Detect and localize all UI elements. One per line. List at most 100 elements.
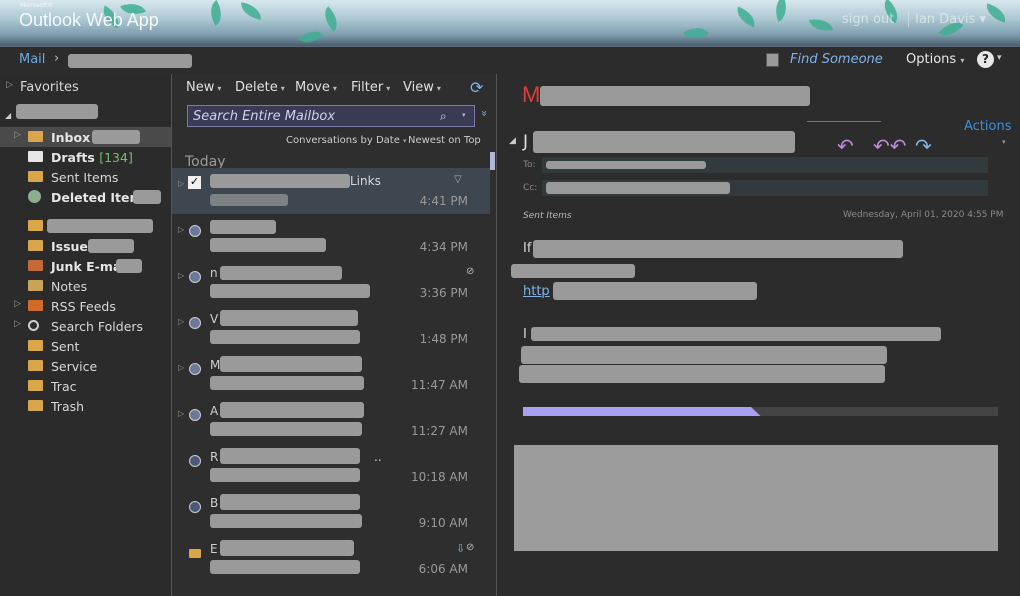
chevron-down-icon[interactable]: ▾	[1002, 138, 1006, 146]
redacted-preview	[210, 284, 370, 298]
folder-redacted[interactable]	[0, 216, 171, 236]
search-icon[interactable]: ⌕	[440, 109, 447, 124]
message-date: Wednesday, April 01, 2020 4:55 PM	[843, 210, 1004, 220]
view-button[interactable]: View ▾	[403, 80, 441, 95]
folder-label: Trac	[51, 379, 77, 394]
folder-label: Service	[51, 359, 98, 374]
chevron-down-icon[interactable]: ▾	[997, 53, 1002, 63]
divider	[807, 121, 881, 122]
expand-icon[interactable]: ▷	[14, 130, 21, 140]
breadcrumb-mail[interactable]: Mail	[19, 52, 45, 67]
expand-icon[interactable]: ▷	[178, 179, 184, 188]
expand-icon[interactable]: ▷	[178, 271, 184, 280]
sender-initial: J	[523, 132, 529, 152]
redacted-body	[519, 365, 885, 383]
expand-icon[interactable]: ▷	[178, 225, 184, 234]
message-row[interactable]: ▷ 4:34 PM	[172, 214, 490, 260]
sender-initial: V	[210, 312, 219, 326]
filter-button[interactable]: Filter ▾	[351, 80, 390, 95]
sign-out-link[interactable]: sign out	[842, 12, 894, 27]
inbox-icon	[28, 131, 43, 142]
options-menu[interactable]: Options ▾	[906, 52, 964, 67]
message-row[interactable]: ▷ n ⊘ 3:36 PM	[172, 260, 490, 306]
redacted-recipient	[546, 161, 706, 169]
message-time: 4:41 PM	[419, 194, 468, 208]
user-menu[interactable]: Ian Davis ▾	[908, 12, 986, 27]
reply-all-icon[interactable]: ↶↶	[873, 134, 907, 158]
address-book-icon[interactable]	[766, 53, 779, 67]
expand-icon[interactable]: ▷	[178, 317, 184, 326]
collapse-icon[interactable]: ◢	[509, 136, 516, 146]
folder-search-folders[interactable]: ▷ Search Folders	[0, 316, 171, 336]
redacted-preview	[210, 514, 362, 528]
folder-drafts[interactable]: Drafts [134]	[0, 147, 171, 167]
folder-junk[interactable]: Junk E-mail	[0, 256, 171, 276]
download-icon: ⇩	[456, 542, 466, 555]
actions-menu[interactable]: Actions	[964, 119, 1012, 134]
message-list-pane: New ▾ Delete ▾ Move ▾ Filter ▾ View ▾ ⟳ Searc…	[171, 74, 497, 596]
reply-icon[interactable]: ↶	[837, 134, 854, 158]
find-someone-link[interactable]: Find Someone	[790, 52, 883, 67]
expand-icon[interactable]: ▷	[178, 409, 184, 418]
message-row[interactable]: B 9:10 AM	[172, 490, 490, 536]
redacted-sender	[210, 174, 350, 188]
chevron-down-icon[interactable]: ▾	[462, 111, 466, 119]
sender-initial: A	[210, 404, 219, 418]
sort-order-toggle[interactable]: Newest on Top	[408, 135, 481, 146]
refresh-icon[interactable]: ⟳	[470, 78, 483, 97]
folder-deleted-items[interactable]: Deleted Items	[0, 187, 171, 207]
folder-trac[interactable]: Trac	[0, 376, 171, 396]
attachment-icon: ⊘	[466, 266, 475, 277]
leaf-decoration	[204, 0, 228, 27]
message-time: 3:36 PM	[419, 286, 468, 300]
redacted-preview	[210, 238, 326, 252]
message-row[interactable]: ▷ ✓ Links ▽ 4:41 PM	[172, 168, 490, 214]
flag-icon[interactable]: ▽	[454, 174, 462, 185]
expand-icon[interactable]: ▷	[178, 363, 184, 372]
delete-button[interactable]: Delete ▾	[235, 80, 285, 95]
expand-icon[interactable]: ▷	[14, 299, 21, 309]
help-icon[interactable]: ?	[977, 51, 994, 68]
message-row[interactable]: ▷ A 11:27 AM	[172, 398, 490, 444]
message-time: 11:27 AM	[411, 424, 468, 438]
checkbox[interactable]: ✓	[188, 176, 201, 189]
folder-trash[interactable]: Trash	[0, 396, 171, 416]
collapse-icon[interactable]: ◢	[5, 111, 11, 120]
search-folder-icon	[28, 320, 39, 331]
folder-notes[interactable]: Notes	[0, 276, 171, 296]
leaf-decoration	[733, 6, 759, 28]
expand-icon[interactable]: ▷	[14, 319, 21, 329]
message-row[interactable]: ▷ M 11:47 AM	[172, 352, 490, 398]
search-input[interactable]: Search Entire Mailbox ⌕ ▾	[187, 105, 475, 127]
folder-label: Drafts [134]	[51, 150, 133, 165]
folder-service[interactable]: Service	[0, 356, 171, 376]
redacted-preview	[210, 560, 360, 574]
redacted-sender	[220, 494, 360, 510]
folder-icon	[28, 240, 43, 251]
redacted-subject	[540, 86, 810, 106]
redacted-folder-name	[47, 219, 153, 233]
favorites-header[interactable]: ▷ Favorites	[0, 77, 171, 97]
forward-icon[interactable]: ↷	[915, 134, 932, 158]
expand-icon[interactable]: ▷	[6, 80, 13, 90]
folder-label: Sent Items	[51, 170, 119, 185]
folder-issues[interactable]: Issues	[0, 236, 171, 256]
message-row[interactable]: ▷ V 1:48 PM	[172, 306, 490, 352]
folder-inbox[interactable]: ▷ Inbox (3	[0, 127, 171, 147]
expand-search-icon[interactable]: »	[478, 110, 491, 117]
move-button[interactable]: Move ▾	[295, 80, 337, 95]
folder-sent-items[interactable]: Sent Items	[0, 167, 171, 187]
redacted-sender	[220, 402, 364, 418]
body-link[interactable]: http	[523, 284, 550, 299]
folder-sent[interactable]: Sent	[0, 336, 171, 356]
sort-by-dropdown[interactable]: Conversations by Date ▾	[286, 135, 407, 146]
envelope-icon	[189, 549, 201, 558]
junk-icon	[28, 260, 43, 271]
message-time: 1:48 PM	[419, 332, 468, 346]
new-button[interactable]: New ▾	[186, 80, 221, 95]
folder-rss-feeds[interactable]: ▷ RSS Feeds	[0, 296, 171, 316]
message-row[interactable]: R .. 10:18 AM	[172, 444, 490, 490]
list-scrollbar[interactable]	[490, 152, 495, 170]
redacted-breadcrumb	[68, 54, 192, 68]
message-row[interactable]: E ⇩ ⊘ 6:06 AM	[172, 536, 490, 582]
